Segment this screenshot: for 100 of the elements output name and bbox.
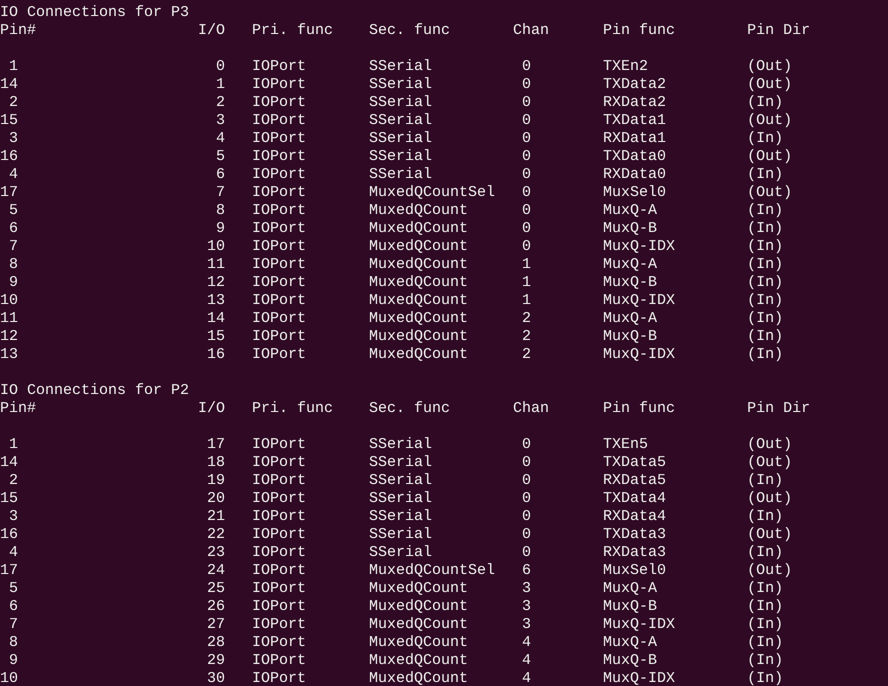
table-cell-text: 5 (8, 202, 18, 220)
table-cell-text: 8 (8, 634, 18, 652)
table-cell: SSerial (369, 508, 432, 525)
table-cell: TXData5 (603, 454, 666, 471)
table-cell: 0 (522, 508, 532, 525)
table-cell: 15 (0, 112, 18, 130)
table-cell-text: 3 (8, 130, 18, 148)
column-header: Pin func (603, 400, 676, 417)
table-cell: 1 (522, 256, 532, 273)
column-header: Pri. func (252, 400, 334, 417)
table-cell: TXEn2 (603, 58, 648, 75)
table-cell: 4 (522, 634, 532, 651)
table-cell-text: 17 (206, 436, 226, 454)
column-header: Sec. func (369, 22, 450, 39)
table-cell: MuxQ-IDX (603, 670, 676, 686)
table-cell: (In) (747, 238, 784, 255)
table-cell: (Out) (747, 76, 792, 93)
table-cell: (Out) (747, 148, 792, 165)
column-header: Pin Dir (747, 400, 810, 417)
table-cell: (In) (747, 328, 784, 345)
table-cell: MuxQ-B (603, 598, 658, 615)
table-cell: (In) (747, 598, 784, 615)
table-cell: (In) (747, 292, 784, 309)
table-cell-text: 22 (206, 526, 226, 544)
table-cell: IOPort (252, 112, 306, 129)
table-cell: IOPort (252, 256, 306, 273)
table-cell: SSerial (369, 130, 432, 147)
table-cell: MuxedQCountSel (369, 184, 496, 201)
table-cell-text: 20 (206, 490, 226, 508)
table-cell: 11 (0, 310, 18, 328)
table-cell: IOPort (252, 436, 306, 453)
table-cell: SSerial (369, 166, 432, 183)
section-title: IO Connections for P3 (0, 4, 190, 21)
table-cell: MuxSel0 (603, 184, 666, 201)
table-cell: 0 (522, 238, 532, 255)
table-cell-text: 7 (8, 238, 18, 256)
table-cell: 2 (522, 328, 532, 345)
table-cell: IOPort (252, 130, 306, 147)
table-cell: IOPort (252, 328, 306, 345)
table-cell-text: 21 (206, 508, 226, 526)
table-cell: MuxedQCount (369, 634, 468, 651)
table-cell: 0 (522, 544, 532, 561)
column-header: Sec. func (369, 400, 450, 417)
table-cell: 13 (0, 346, 18, 364)
table-cell-text: 9 (8, 652, 18, 670)
table-cell: (In) (747, 616, 784, 633)
table-cell-text: 18 (206, 454, 226, 472)
table-cell-text: 11 (206, 256, 226, 274)
table-cell: 0 (522, 436, 532, 453)
table-cell: MuxQ-B (603, 220, 658, 237)
table-cell: 0 (522, 220, 532, 237)
table-cell: IOPort (252, 166, 306, 183)
table-cell: MuxSel0 (603, 562, 666, 579)
table-cell-text: 6 (8, 220, 18, 238)
table-cell: IOPort (252, 652, 306, 669)
table-cell-text: 25 (206, 580, 226, 598)
table-cell: RXData5 (603, 472, 666, 489)
table-cell: (Out) (747, 562, 792, 579)
table-cell: IOPort (252, 94, 306, 111)
table-cell: 1 (522, 292, 532, 309)
table-cell: IOPort (252, 526, 306, 543)
table-cell: 0 (522, 526, 532, 543)
column-header: I/O (197, 22, 226, 40)
column-header: Pri. func (252, 22, 334, 39)
table-cell: MuxQ-IDX (603, 346, 676, 363)
table-cell: (In) (747, 580, 784, 597)
column-header: Pin# (0, 400, 38, 418)
column-header: Chan (513, 22, 550, 39)
table-cell: 17 (0, 562, 18, 580)
table-cell-text: 14 (206, 310, 226, 328)
table-cell: 0 (522, 454, 532, 471)
column-header: Chan (513, 400, 550, 417)
table-cell: IOPort (252, 310, 306, 327)
table-cell: (In) (747, 274, 784, 291)
table-cell-text: 12 (206, 274, 226, 292)
table-cell: SSerial (369, 94, 432, 111)
table-cell: (In) (747, 166, 784, 183)
table-cell: 0 (522, 94, 532, 111)
table-cell-text: 5 (8, 580, 18, 598)
table-cell: RXData4 (603, 508, 666, 525)
table-cell-text: 9 (8, 274, 18, 292)
table-cell-text: 6 (215, 166, 226, 184)
table-cell: 16 (0, 526, 18, 544)
table-cell: MuxQ-A (603, 580, 658, 597)
table-cell: MuxQ-IDX (603, 238, 676, 255)
table-cell: 4 (522, 670, 532, 686)
column-header: Pin func (603, 22, 676, 39)
table-cell: RXData3 (603, 544, 666, 561)
table-cell: (In) (747, 652, 784, 669)
table-cell: 0 (522, 166, 532, 183)
table-cell: (Out) (747, 490, 792, 507)
table-cell: IOPort (252, 580, 306, 597)
table-cell-text: 23 (206, 544, 226, 562)
table-cell: 14 (0, 454, 18, 472)
table-cell: (In) (747, 220, 784, 237)
table-cell: 0 (522, 202, 532, 219)
table-cell: (Out) (747, 58, 792, 75)
table-cell-text: 26 (206, 598, 226, 616)
table-cell-text: 2 (8, 94, 18, 112)
table-cell: (In) (747, 346, 784, 363)
